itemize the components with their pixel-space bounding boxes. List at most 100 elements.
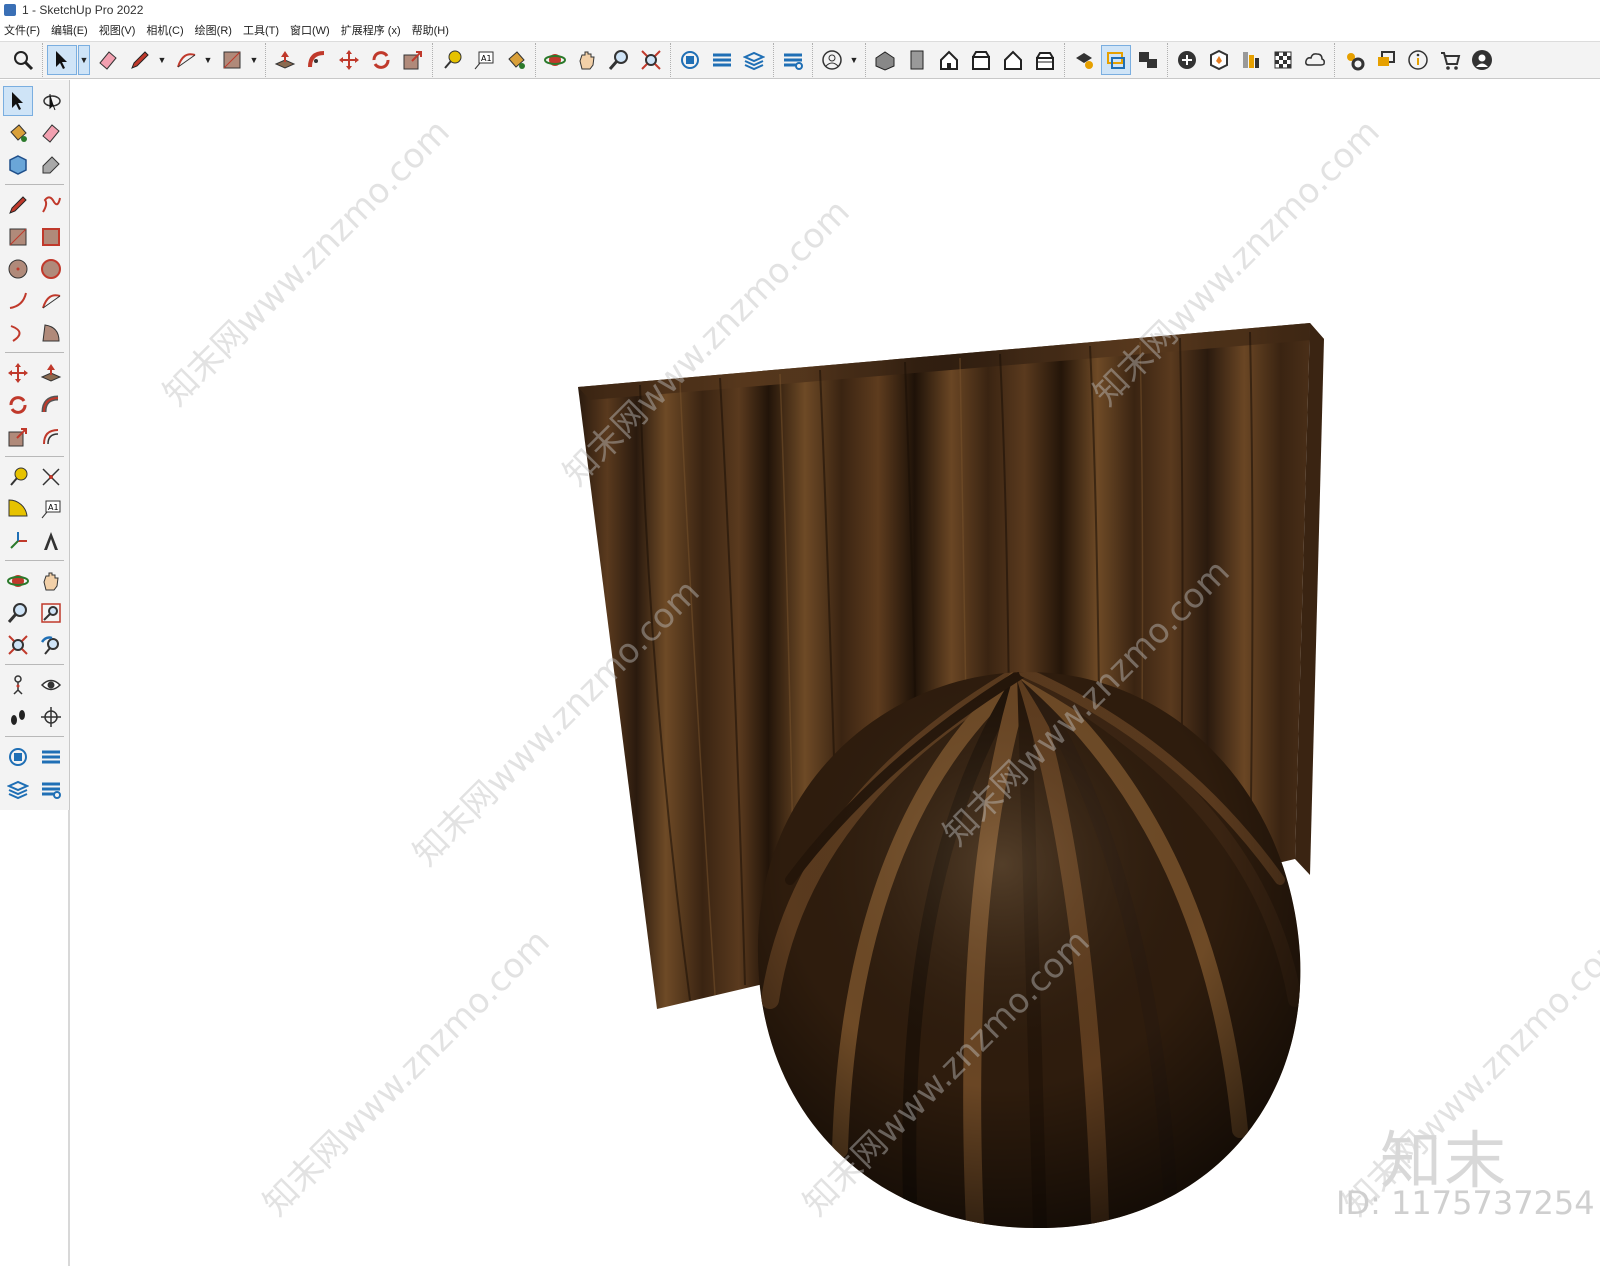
orbit-icon[interactable] — [540, 45, 570, 75]
section-plane-icon[interactable] — [36, 702, 66, 732]
settings-icon[interactable] — [1339, 45, 1369, 75]
polygon-icon[interactable] — [36, 254, 66, 284]
axes-icon[interactable] — [3, 526, 33, 556]
pan-icon[interactable] — [572, 45, 602, 75]
sketchup-app-icon — [4, 4, 16, 16]
checker-icon[interactable] — [1268, 45, 1298, 75]
lasso-select-icon[interactable] — [36, 86, 66, 116]
add-icon[interactable] — [1172, 45, 1202, 75]
arc-icon[interactable] — [171, 45, 201, 75]
3d-text-icon[interactable] — [36, 526, 66, 556]
zoom-icon[interactable] — [3, 598, 33, 628]
info-icon[interactable] — [1403, 45, 1433, 75]
rectangle-dropdown-icon[interactable]: ▼ — [248, 45, 260, 75]
pencil-dropdown-icon[interactable]: ▼ — [156, 45, 168, 75]
left-view-icon[interactable] — [1030, 45, 1060, 75]
arc-dropdown-icon[interactable]: ▼ — [202, 45, 214, 75]
layers-icon[interactable] — [1236, 45, 1266, 75]
xray-icon[interactable] — [1101, 45, 1131, 75]
rotate-icon[interactable] — [366, 45, 396, 75]
zoom-icon[interactable] — [604, 45, 634, 75]
select-dropdown-icon[interactable]: ▼ — [78, 45, 90, 75]
paint-bucket-icon[interactable] — [501, 45, 531, 75]
styles-icon[interactable] — [1069, 45, 1099, 75]
line-icon[interactable] — [3, 190, 33, 220]
tape-measure-icon[interactable] — [437, 45, 467, 75]
rotated-rectangle-icon[interactable] — [36, 222, 66, 252]
select-arrow-icon[interactable] — [3, 86, 33, 116]
menu-file[interactable]: 文件(F) — [4, 22, 40, 38]
paint-bucket-icon[interactable] — [3, 118, 33, 148]
three-point-arc-icon[interactable] — [3, 318, 33, 348]
warehouse-icon[interactable] — [3, 742, 33, 772]
rectangle-icon[interactable] — [217, 45, 247, 75]
zoom-extents-icon[interactable] — [3, 630, 33, 660]
menu-camera[interactable]: 相机(C) — [146, 22, 183, 38]
component-icon[interactable] — [3, 150, 33, 180]
eraser-icon[interactable] — [36, 118, 66, 148]
menu-window[interactable]: 窗口(W) — [290, 22, 330, 38]
walk-icon[interactable] — [3, 702, 33, 732]
menu-extensions[interactable]: 扩展程序 (x) — [341, 22, 401, 38]
eraser-icon[interactable] — [93, 45, 123, 75]
menu-help[interactable]: 帮助(H) — [412, 22, 449, 38]
pan-icon[interactable] — [36, 566, 66, 596]
right-view-icon[interactable] — [966, 45, 996, 75]
drawing-viewport[interactable]: 知末网www.znzmo.com 知末网www.znzmo.com 知末网www… — [70, 80, 1600, 1266]
rotate-icon[interactable] — [3, 390, 33, 420]
cart-icon[interactable] — [1435, 45, 1465, 75]
user-dropdown-icon[interactable]: ▼ — [848, 45, 860, 75]
user-icon[interactable] — [817, 45, 847, 75]
protractor-icon[interactable] — [3, 494, 33, 524]
extension-manager-icon[interactable] — [36, 774, 66, 804]
menu-tools[interactable]: 工具(T) — [243, 22, 279, 38]
offset-icon[interactable] — [36, 422, 66, 452]
top-view-icon[interactable] — [902, 45, 932, 75]
scale-icon[interactable] — [3, 422, 33, 452]
freehand-icon[interactable] — [36, 190, 66, 220]
extension-warehouse-icon[interactable] — [707, 45, 737, 75]
layout-icon[interactable] — [739, 45, 769, 75]
tape-measure-icon[interactable] — [3, 462, 33, 492]
follow-me-icon[interactable] — [36, 390, 66, 420]
iso-view-icon[interactable] — [870, 45, 900, 75]
position-camera-icon[interactable] — [3, 670, 33, 700]
pie-icon[interactable] — [36, 318, 66, 348]
dimension-icon[interactable] — [36, 462, 66, 492]
text-icon[interactable]: A1 — [469, 45, 499, 75]
layout-icon[interactable] — [3, 774, 33, 804]
push-pull-icon[interactable] — [270, 45, 300, 75]
extension-warehouse-icon[interactable] — [36, 742, 66, 772]
look-around-icon[interactable] — [36, 670, 66, 700]
rectangle-icon[interactable] — [3, 222, 33, 252]
back-view-icon[interactable] — [998, 45, 1028, 75]
search-icon[interactable] — [8, 45, 38, 75]
cloud-icon[interactable] — [1300, 45, 1330, 75]
follow-me-icon[interactable] — [302, 45, 332, 75]
menu-view[interactable]: 视图(V) — [99, 22, 136, 38]
zoom-window-icon[interactable] — [36, 598, 66, 628]
menu-edit[interactable]: 编辑(E) — [51, 22, 88, 38]
arc-icon[interactable] — [3, 286, 33, 316]
menu-draw[interactable]: 绘图(R) — [195, 22, 232, 38]
text-icon[interactable]: A1 — [36, 494, 66, 524]
push-pull-icon[interactable] — [36, 358, 66, 388]
warehouse-icon[interactable] — [675, 45, 705, 75]
pencil-icon[interactable] — [125, 45, 155, 75]
move-icon[interactable] — [3, 358, 33, 388]
two-point-arc-icon[interactable] — [36, 286, 66, 316]
front-view-icon[interactable] — [934, 45, 964, 75]
circle-icon[interactable] — [3, 254, 33, 284]
orbit-icon[interactable] — [3, 566, 33, 596]
zoom-extents-icon[interactable] — [636, 45, 666, 75]
account-icon[interactable] — [1467, 45, 1497, 75]
extension-manager-icon[interactable] — [778, 45, 808, 75]
message-icon[interactable] — [1371, 45, 1401, 75]
move-icon[interactable] — [334, 45, 364, 75]
select-arrow-icon[interactable] — [47, 45, 77, 75]
solid-icon[interactable] — [1204, 45, 1234, 75]
previous-view-icon[interactable] — [36, 630, 66, 660]
scale-icon[interactable] — [398, 45, 428, 75]
tag-icon[interactable] — [36, 150, 66, 180]
scenes-icon[interactable] — [1133, 45, 1163, 75]
